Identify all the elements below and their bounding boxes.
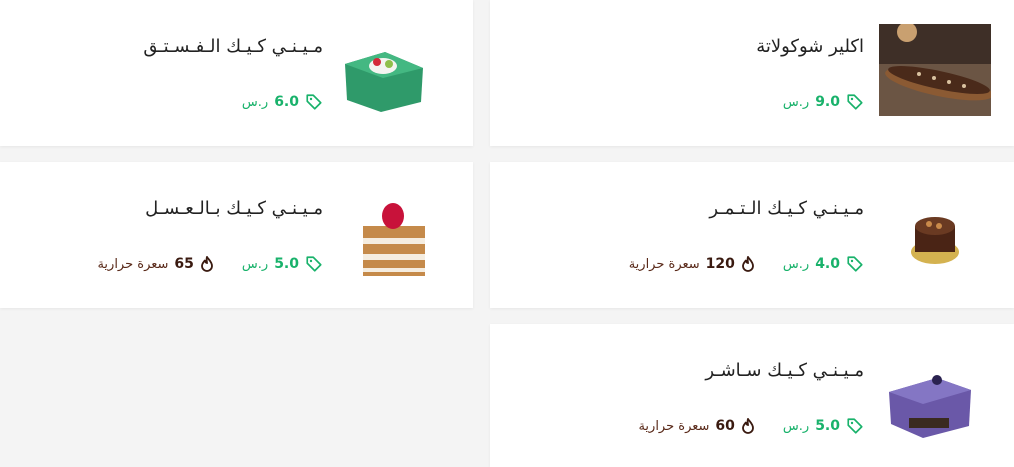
price-value: 5.0: [815, 418, 840, 434]
product-card-sacher[interactable]: مـيـنـي كـيـك سـاشـر 5.0 ر.س 60 سعرة حرا…: [490, 324, 1014, 467]
flame-icon: [742, 418, 754, 434]
tag-icon: [306, 94, 322, 110]
product-card-eclair[interactable]: اكلير شوكولاتة 9.0 ر.س: [490, 0, 1014, 146]
calories-value: 65: [174, 256, 194, 272]
product-card-honey[interactable]: مـيـنـي كـيـك بـالـعـسـل 5.0 ر.س 65 سعرة…: [0, 162, 473, 308]
product-meta: 9.0 ر.س: [783, 93, 864, 111]
calories: 65 سعرة حرارية: [97, 256, 213, 272]
calories-value: 120: [705, 256, 735, 272]
price-currency: ر.س: [782, 418, 810, 434]
product-image-pistachio: [337, 24, 429, 116]
price-value: 6.0: [274, 94, 299, 110]
product-image-date: [889, 196, 981, 276]
product-meta: 5.0 ر.س 65 سعرة حرارية: [97, 255, 323, 273]
calories-label: سعرة حرارية: [628, 256, 700, 272]
product-meta: 6.0 ر.س: [242, 93, 323, 111]
price-value: 4.0: [815, 256, 840, 272]
price-currency: ر.س: [782, 256, 810, 272]
tag-icon: [847, 256, 863, 272]
price-tag: 5.0 ر.س: [242, 255, 323, 273]
product-name[interactable]: اكلير شوكولاتة: [756, 36, 864, 57]
flame-icon: [742, 256, 754, 272]
price-currency: ر.س: [782, 94, 810, 110]
product-name[interactable]: مـيـنـي كـيـك الـفـسـتـق: [143, 36, 323, 57]
calories-label: سعرة حرارية: [97, 256, 169, 272]
calories-label: سعرة حرارية: [638, 418, 710, 434]
price-tag: 6.0 ر.س: [242, 93, 323, 111]
price-tag: 9.0 ر.س: [783, 93, 864, 111]
calories-value: 60: [715, 418, 735, 434]
flame-icon: [201, 256, 213, 272]
tag-icon: [847, 418, 863, 434]
product-image-sacher: [879, 358, 981, 444]
product-card-date[interactable]: مـيـنـي كـيـك الـتـمـر 4.0 ر.س 120 سعرة …: [490, 162, 1014, 308]
price-tag: 4.0 ر.س: [783, 255, 864, 273]
product-name[interactable]: مـيـنـي كـيـك سـاشـر: [705, 360, 864, 381]
price-tag: 5.0 ر.س: [783, 417, 864, 435]
tag-icon: [306, 256, 322, 272]
product-image-honey: [353, 202, 433, 280]
product-name[interactable]: مـيـنـي كـيـك بـالـعـسـل: [145, 198, 323, 219]
product-meta: 4.0 ر.س 120 سعرة حرارية: [629, 255, 864, 273]
calories: 120 سعرة حرارية: [629, 256, 755, 272]
product-meta: 5.0 ر.س 60 سعرة حرارية: [638, 417, 864, 435]
price-currency: ر.س: [241, 256, 269, 272]
price-value: 9.0: [815, 94, 840, 110]
product-image-eclair: [879, 24, 991, 116]
tag-icon: [847, 94, 863, 110]
price-value: 5.0: [274, 256, 299, 272]
price-currency: ر.س: [241, 94, 269, 110]
calories: 60 سعرة حرارية: [638, 418, 754, 434]
product-card-pistachio[interactable]: مـيـنـي كـيـك الـفـسـتـق 6.0 ر.س: [0, 0, 473, 146]
product-name[interactable]: مـيـنـي كـيـك الـتـمـر: [709, 198, 864, 219]
